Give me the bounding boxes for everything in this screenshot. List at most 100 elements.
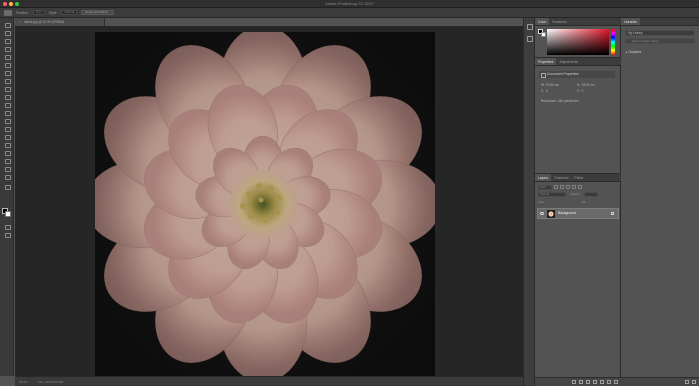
- type-filter-icon[interactable]: [566, 185, 570, 189]
- add-mask-icon[interactable]: [586, 380, 590, 384]
- clone-stamp-tool-icon[interactable]: [4, 86, 11, 92]
- pen-tool-icon[interactable]: [4, 134, 11, 140]
- new-group-icon[interactable]: [600, 380, 604, 384]
- layers-panel: Layers Channels Paths Kind Normal Opacit…: [535, 174, 621, 386]
- close-document-icon[interactable]: ×: [19, 20, 21, 24]
- tab-swatches[interactable]: Swatches: [549, 18, 570, 25]
- add-content-icon[interactable]: [685, 380, 689, 384]
- layers-panel-tabs: Layers Channels Paths: [535, 174, 621, 182]
- library-delete-icon[interactable]: [692, 380, 696, 384]
- tab-properties[interactable]: Properties: [535, 58, 557, 65]
- height-key: H:: [576, 83, 580, 87]
- document-properties-title: Document Properties: [539, 71, 615, 78]
- window-title: Adobe Photoshop CC 2017: [325, 1, 374, 6]
- color-panel: Color Swatches: [535, 18, 621, 55]
- tab-color[interactable]: Color: [535, 18, 550, 25]
- healing-brush-tool-icon[interactable]: [4, 70, 11, 76]
- dahlia-photo: [95, 32, 435, 376]
- background-color-swatch[interactable]: [5, 211, 11, 217]
- marquee-tool-preset-icon[interactable]: [4, 9, 12, 16]
- pixel-filter-icon[interactable]: [554, 185, 558, 189]
- tab-channels[interactable]: Channels: [551, 174, 571, 181]
- type-tool-icon[interactable]: [4, 142, 11, 148]
- eye-icon[interactable]: [540, 212, 544, 215]
- canvas-area[interactable]: [15, 26, 523, 376]
- document-image[interactable]: [95, 32, 435, 376]
- width-value[interactable]: 20.00 cm: [546, 83, 576, 87]
- delete-layer-icon[interactable]: [614, 380, 618, 384]
- layer-name[interactable]: Background: [558, 209, 576, 218]
- zoom-tool-icon[interactable]: [4, 174, 11, 180]
- eraser-tool-icon[interactable]: [4, 102, 11, 108]
- shape-filter-icon[interactable]: [572, 185, 576, 189]
- history-panel-icon[interactable]: [527, 24, 533, 30]
- panel-column: Color Swatches Properties Adjustments Do…: [535, 18, 621, 386]
- filter-kind-select[interactable]: Kind: [538, 184, 552, 190]
- x-value[interactable]: 0: [546, 89, 576, 93]
- zoom-level[interactable]: 33.3%: [19, 380, 28, 384]
- eyedropper-tool-icon[interactable]: [4, 62, 11, 68]
- title-bar: Adobe Photoshop CC 2017: [0, 0, 699, 8]
- x-key: X:: [541, 89, 545, 93]
- document-info[interactable]: Doc: 16.9M/16.9M: [38, 380, 63, 384]
- adjustment-filter-icon[interactable]: [560, 185, 564, 189]
- lock-label: Lock:: [538, 200, 545, 204]
- layer-row-background[interactable]: Background: [537, 208, 619, 219]
- layers-footer: [535, 377, 621, 386]
- brush-presets-panel-icon[interactable]: [527, 36, 533, 42]
- tab-adjustments[interactable]: Adjustments: [556, 58, 581, 65]
- quick-mask-icon[interactable]: [4, 224, 11, 230]
- hue-slider[interactable]: [611, 29, 615, 55]
- layer-style-icon[interactable]: [579, 380, 583, 384]
- gradient-tool-icon[interactable]: [4, 110, 11, 116]
- resolution-text: Resolution: 240 pixels/inch: [541, 99, 579, 103]
- rectangle-tool-icon[interactable]: [4, 158, 11, 164]
- lock-icon[interactable]: [611, 212, 614, 215]
- document-tab[interactable]: × dahlia.jpg @ 33.3% (RGB/8): [15, 18, 105, 26]
- color-picker-field[interactable]: [547, 29, 609, 55]
- new-layer-icon[interactable]: [607, 380, 611, 384]
- layer-blend-bar: Normal Opacity:: [538, 192, 618, 198]
- color-panel-background[interactable]: [541, 32, 546, 37]
- layer-lock-bar: Lock: Fill:: [538, 200, 618, 205]
- edit-toolbar-icon[interactable]: [4, 184, 11, 190]
- move-tool-icon[interactable]: [4, 22, 11, 28]
- graphics-section[interactable]: ▸ Graphics: [626, 50, 641, 54]
- path-selection-tool-icon[interactable]: [4, 150, 11, 156]
- style-select[interactable]: Normal: [61, 10, 78, 15]
- crop-tool-icon[interactable]: [4, 54, 11, 60]
- tab-paths[interactable]: Paths: [572, 174, 587, 181]
- marquee-tool-icon[interactable]: [4, 30, 11, 36]
- opacity-label: Opacity:: [570, 192, 581, 196]
- dodge-tool-icon[interactable]: [4, 126, 11, 132]
- libraries-panel: Libraries My Library Search Adobe Stock …: [621, 18, 699, 386]
- stock-search-input[interactable]: Search Adobe Stock: [625, 38, 695, 44]
- layer-thumbnail[interactable]: [547, 210, 555, 218]
- color-panel-tabs: Color Swatches: [535, 18, 621, 26]
- quick-select-tool-icon[interactable]: [4, 46, 11, 52]
- properties-panel: Properties Adjustments Document Properti…: [535, 58, 621, 172]
- libraries-footer: [621, 377, 699, 386]
- feather-input[interactable]: 0 px: [33, 10, 45, 15]
- screen-mode-icon[interactable]: [4, 232, 11, 238]
- link-layers-icon[interactable]: [572, 380, 576, 384]
- blend-mode-select[interactable]: Normal: [538, 192, 566, 197]
- feather-label: Feather:: [16, 10, 30, 15]
- blur-tool-icon[interactable]: [4, 118, 11, 124]
- y-value[interactable]: 0: [582, 89, 612, 93]
- height-value[interactable]: 25.00 cm: [582, 83, 612, 87]
- libraries-panel-tabs: Libraries: [621, 18, 699, 26]
- library-select[interactable]: My Library: [625, 30, 695, 36]
- smart-object-filter-icon[interactable]: [578, 185, 582, 189]
- brush-tool-icon[interactable]: [4, 78, 11, 84]
- lasso-tool-icon[interactable]: [4, 38, 11, 44]
- photoshop-window: Adobe Photoshop CC 2017 Feather: 0 px St…: [0, 0, 699, 386]
- tab-libraries[interactable]: Libraries: [621, 18, 641, 25]
- hand-tool-icon[interactable]: [4, 166, 11, 172]
- style-label: Style:: [48, 10, 58, 15]
- history-brush-tool-icon[interactable]: [4, 94, 11, 100]
- select-and-mask-button[interactable]: Select and Mask...: [81, 10, 114, 15]
- opacity-input[interactable]: [584, 192, 599, 197]
- adjustment-layer-icon[interactable]: [593, 380, 597, 384]
- tab-layers[interactable]: Layers: [535, 174, 552, 181]
